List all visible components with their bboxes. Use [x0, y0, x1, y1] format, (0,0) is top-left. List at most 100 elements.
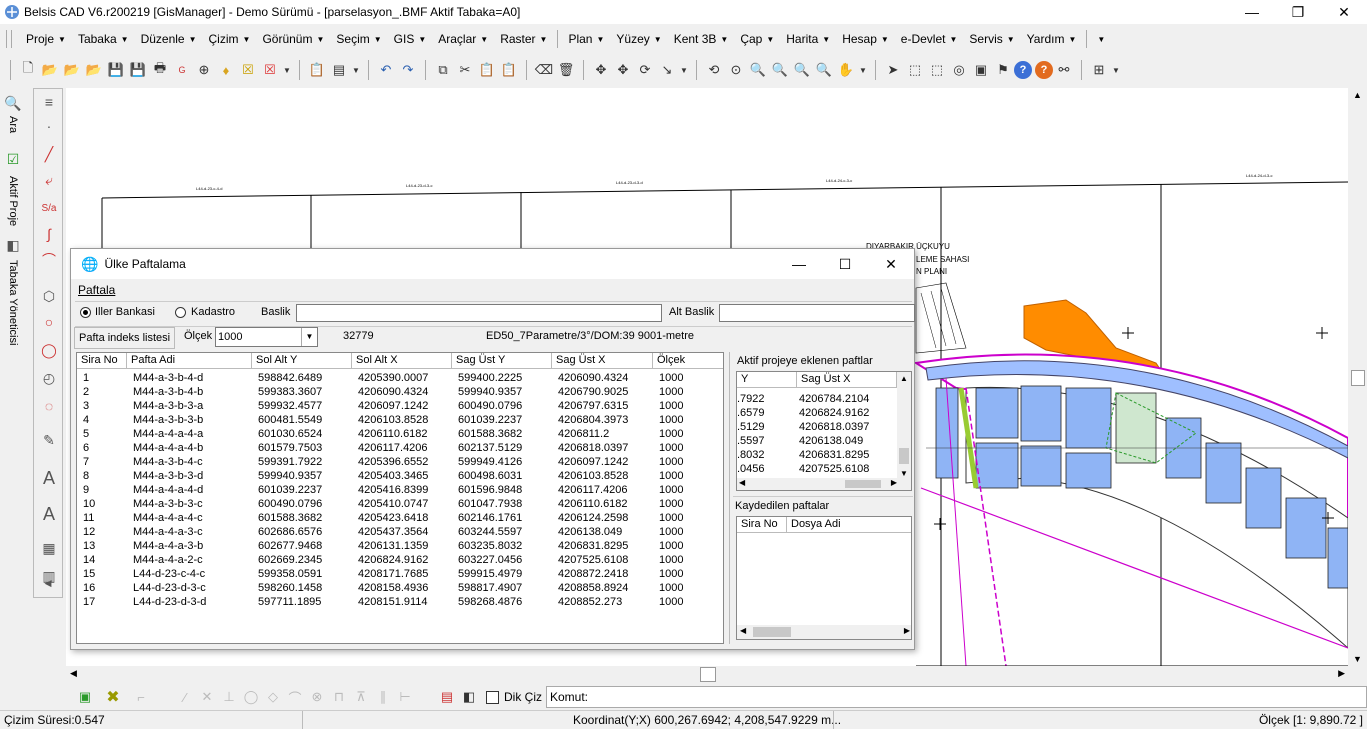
spline-icon[interactable]: ∫ [38, 223, 60, 245]
menu-hesap[interactable]: Hesap ▼ [836, 28, 895, 50]
zoom-previous-icon[interactable]: 🔍 [813, 59, 835, 81]
menu-düzenle[interactable]: Düzenle ▼ [135, 28, 203, 50]
aktif-table-row[interactable]: .5129 4206818.0397 [737, 420, 899, 434]
aktif-vertical-scrollbar[interactable]: ▲ ▼ [897, 372, 911, 490]
help-orange-icon[interactable]: ? [1035, 61, 1053, 79]
layers-manager-icon[interactable]: ◧ [2, 234, 24, 256]
circle-icon[interactable]: ○ [38, 311, 60, 333]
column-header[interactable]: Y [737, 372, 797, 388]
menu-seçim[interactable]: Seçim ▼ [330, 28, 387, 50]
aktif-table-row[interactable]: .7922 4206784.2104 [737, 392, 899, 406]
table-row[interactable]: 13 M44-a-4-a-3-b 602677.9468 4206131.1359 60… [77, 539, 723, 553]
ellipse-icon[interactable]: ◌ [38, 395, 60, 417]
point-icon[interactable]: · [38, 115, 60, 137]
table-row[interactable]: 17 L44-d-23-d-3-d 597711.1895 4208151.9114 5… [77, 595, 723, 609]
zoom-all-icon[interactable]: ⊙ [725, 59, 747, 81]
alt-baslik-input[interactable] [719, 304, 915, 322]
line-icon[interactable]: ╱ [38, 143, 60, 165]
toolbar-dropdown-3[interactable]: ▼ [678, 59, 690, 81]
scroll-thumb[interactable] [845, 480, 881, 488]
table-row[interactable]: 7 M44-a-3-b-4-c 599391.7922 4205396.6552 599… [77, 455, 723, 469]
column-header[interactable]: Sira No [77, 353, 127, 369]
circle2-icon[interactable]: ◯ [38, 339, 60, 361]
select-all-icon[interactable]: ▣ [970, 59, 992, 81]
aktif-horizontal-scrollbar[interactable]: ◀ ▶ [737, 478, 899, 490]
scroll-left-icon[interactable]: ◀ [739, 478, 745, 487]
redo-icon[interactable]: ↷ [397, 59, 419, 81]
menu-proje[interactable]: Proje ▼ [20, 28, 72, 50]
dialog-maximize-button[interactable]: ☐ [822, 249, 868, 279]
snap-quad-icon[interactable]: ◇ [262, 686, 284, 708]
chevron-down-icon[interactable]: ▼ [301, 328, 317, 346]
check-icon[interactable]: ☑ [2, 148, 24, 170]
snap-near-icon[interactable]: ⊼ [350, 686, 372, 708]
menu-çizim[interactable]: Çizim ▼ [203, 28, 257, 50]
table-row[interactable]: 11 M44-a-4-a-4-c 601588.3682 4205423.6418 60… [77, 511, 723, 525]
scroll-up-icon[interactable]: ▲ [1353, 90, 1362, 100]
paste-icon[interactable]: 📋 [476, 59, 498, 81]
scroll-right-icon[interactable]: ▶ [891, 478, 897, 487]
menu-harita[interactable]: Harita ▼ [780, 28, 836, 50]
aktif-table-row[interactable]: .5597 4206138.049 [737, 434, 899, 448]
column-header[interactable]: Sol Alt Y [252, 353, 352, 369]
aktif-proje-tab[interactable]: Aktif Proje [7, 176, 19, 226]
scale-icon[interactable]: ↘ [656, 59, 678, 81]
column-header[interactable]: Sol Alt X [352, 353, 452, 369]
target-icon[interactable]: ⊕ [193, 59, 215, 81]
aktif-table-row[interactable]: .6579 4206824.9162 [737, 406, 899, 420]
snap-mid-icon[interactable]: ⁄ [174, 686, 196, 708]
command-line[interactable]: Komut: [546, 686, 1367, 708]
column-header[interactable]: Pafta Adi [127, 353, 252, 369]
scroll-thumb[interactable] [753, 627, 791, 637]
refresh-icon[interactable]: ⟲ [703, 59, 725, 81]
pafta-table[interactable]: Sira No Pafta Adi Sol Alt Y Sol Alt X Sa… [76, 352, 724, 644]
scroll-thumb[interactable] [899, 448, 909, 464]
select-cross-icon[interactable]: ⬚ [926, 59, 948, 81]
clipboard-icon[interactable]: 📋 [306, 59, 328, 81]
zoom-out-icon[interactable]: 🔍 [769, 59, 791, 81]
tabaka-yoneticisi-tab[interactable]: Tabaka Yöneticisi [7, 260, 19, 345]
select-icon[interactable]: ➤ [882, 59, 904, 81]
column-header[interactable]: Sag Üst X [552, 353, 653, 369]
binoculars-icon[interactable]: ⚯ [1053, 59, 1075, 81]
pick-icon[interactable]: ✎ [38, 429, 60, 451]
text-icon[interactable]: A [38, 467, 60, 489]
panel-collapse-icon[interactable]: ◀ [37, 572, 59, 594]
table-row[interactable]: 1 M44-a-3-b-4-d 598842.6489 4205390.0007 599… [77, 371, 723, 385]
table-row[interactable]: 2 M44-a-3-b-4-b 599383.3607 4206090.4324 599… [77, 385, 723, 399]
toolbar-dropdown-2[interactable]: ▼ [350, 59, 362, 81]
olcek-select[interactable]: 1000 ▼ [215, 327, 318, 347]
red-cross-box-icon[interactable]: ☒ [259, 59, 281, 81]
google-icon[interactable]: G [171, 59, 193, 81]
eraser-icon[interactable]: ⌫ [533, 59, 555, 81]
copy-icon[interactable]: ⧉ [432, 59, 454, 81]
text-align-icon[interactable]: S/a [38, 197, 60, 219]
select-filter-icon[interactable]: ⚑ [992, 59, 1014, 81]
toolbar-dropdown-5[interactable]: ▼ [1110, 59, 1122, 81]
toolbar-dropdown-1[interactable]: ▼ [281, 59, 293, 81]
toolbar-grip[interactable] [10, 60, 11, 80]
dialog-close-button[interactable]: ✕ [868, 249, 914, 279]
image-icon[interactable]: ▦ [38, 537, 60, 559]
trash-icon[interactable]: 🗑 [555, 59, 577, 81]
horizontal-scrollbar[interactable]: ◀ ▶ [66, 666, 1349, 684]
move2-icon[interactable]: ✥ [612, 59, 634, 81]
hexagon-icon[interactable]: ⬡ [38, 285, 60, 307]
polyline-icon[interactable]: ⤶ [38, 169, 60, 191]
pafta-indeks-listesi-button[interactable]: Pafta indeks listesi [74, 327, 176, 349]
toolbar-dropdown-4[interactable]: ▼ [857, 59, 869, 81]
scroll-down-icon[interactable]: ▼ [900, 469, 908, 478]
scroll-up-icon[interactable]: ▲ [900, 374, 908, 383]
ara-tab[interactable]: Ara [7, 116, 19, 133]
text2-icon[interactable]: A [38, 503, 60, 525]
menu-raster[interactable]: Raster ▼ [494, 28, 553, 50]
snap-intersect-icon[interactable]: ✕ [196, 686, 218, 708]
column-header[interactable]: Sira No [737, 517, 787, 533]
menu-kent-3b[interactable]: Kent 3B ▼ [668, 28, 735, 50]
menu-araçlar[interactable]: Araçlar ▼ [432, 28, 494, 50]
horizontal-scroll-thumb[interactable] [700, 667, 716, 682]
table-row[interactable]: 6 M44-a-4-a-4-b 601579.7503 4206117.4206 602… [77, 441, 723, 455]
snap-tan-icon[interactable]: ⌒ [284, 686, 306, 708]
snap-perp-icon[interactable]: ⊥ [218, 686, 240, 708]
paste-special-icon[interactable]: 📋 [498, 59, 520, 81]
